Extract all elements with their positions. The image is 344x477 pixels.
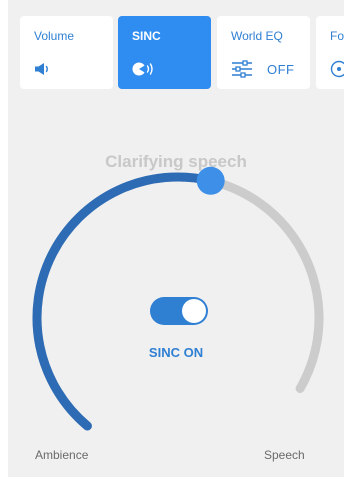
sinc-toggle[interactable] [150,297,208,325]
sinc-toggle-label: SINC ON [148,345,204,360]
sinc-toggle-knob [182,299,206,323]
balance-slider-handle[interactable] [196,166,225,195]
balance-dial [32,166,324,431]
speech-label: Speech [264,448,305,462]
ambience-label: Ambience [35,448,89,462]
sinc-screen: Volume SINC World EQ OFF Fo Clarifying s… [0,0,344,477]
